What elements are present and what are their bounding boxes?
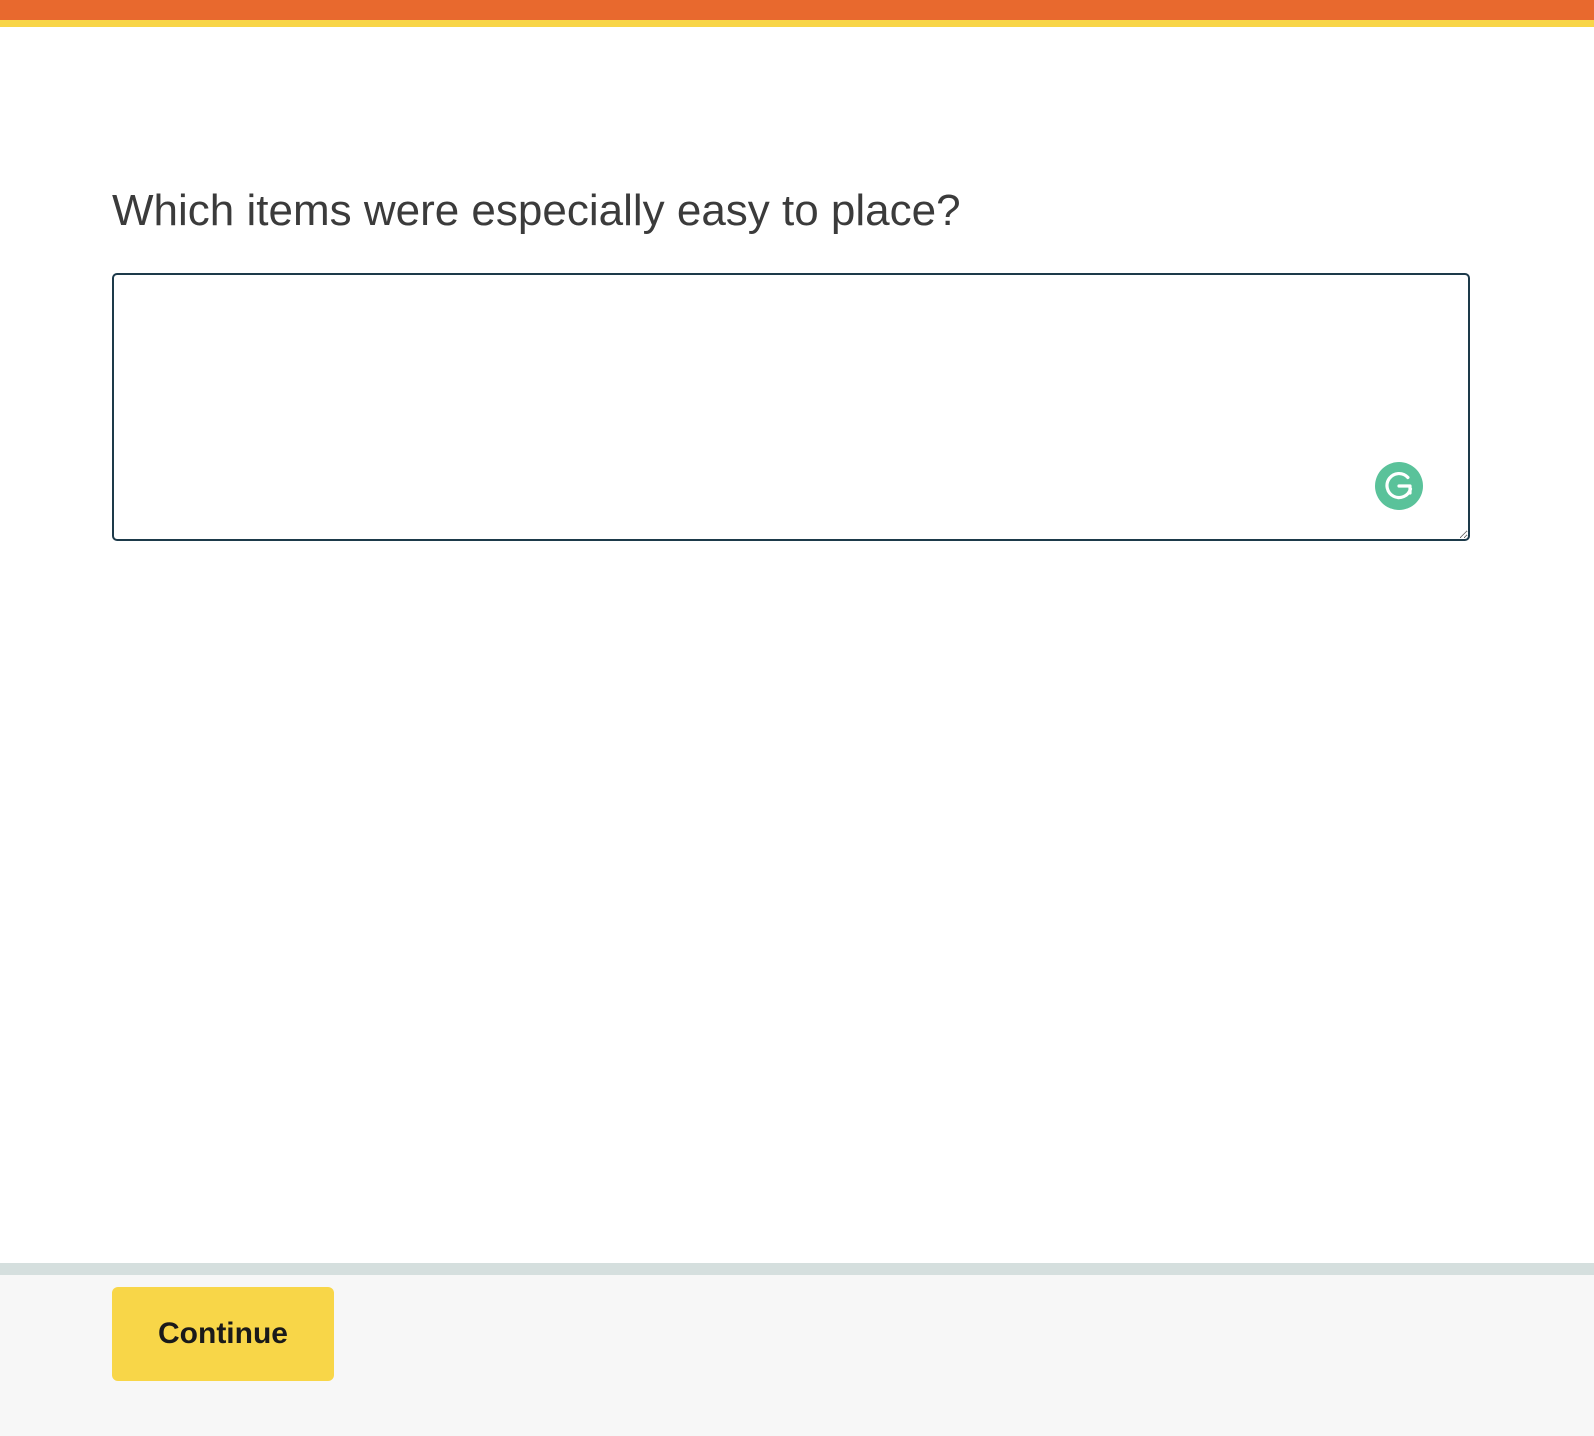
answer-container (112, 273, 1470, 541)
top-accent-stripe (0, 20, 1594, 27)
footer-divider (0, 1263, 1594, 1275)
footer-bar: Continue (0, 1275, 1594, 1436)
question-heading: Which items were especially easy to plac… (112, 186, 961, 235)
continue-button[interactable]: Continue (112, 1287, 334, 1381)
answer-textarea[interactable] (112, 273, 1470, 541)
top-progress-bar (0, 0, 1594, 20)
grammarly-icon[interactable] (1375, 462, 1423, 510)
